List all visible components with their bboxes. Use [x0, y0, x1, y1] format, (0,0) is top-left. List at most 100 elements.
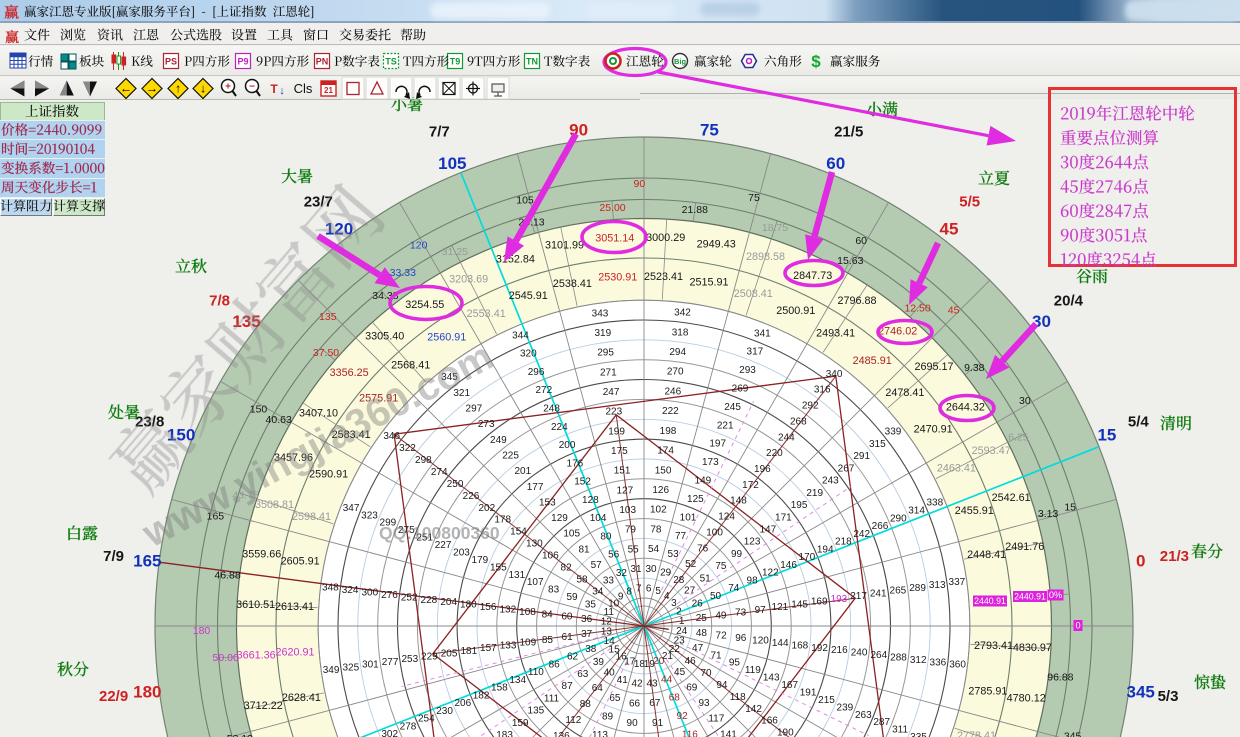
svg-text:102: 102	[650, 505, 667, 516]
svg-text:297: 297	[466, 404, 483, 415]
svg-text:317: 317	[747, 347, 764, 358]
svg-text:0%: 0%	[1049, 590, 1062, 600]
svg-text:222: 222	[662, 406, 679, 417]
svg-text:↑: ↑	[175, 82, 181, 96]
svg-text:47: 47	[692, 643, 704, 654]
svg-text:54: 54	[648, 544, 660, 555]
svg-text:205: 205	[441, 649, 458, 660]
svg-text:315: 315	[869, 439, 886, 450]
svg-text:117: 117	[708, 714, 724, 725]
svg-text:45: 45	[948, 304, 960, 316]
svg-text:3610.51: 3610.51	[236, 599, 275, 611]
svg-text:312: 312	[910, 655, 927, 666]
svg-text:T: T	[270, 82, 278, 96]
svg-text:46: 46	[685, 656, 697, 667]
svg-text:135: 135	[319, 311, 337, 323]
svg-text:18.75: 18.75	[762, 222, 788, 234]
svg-text:170: 170	[799, 552, 816, 563]
svg-text:51: 51	[700, 573, 712, 584]
svg-text:278: 278	[400, 721, 417, 732]
svg-text:204: 204	[440, 597, 457, 608]
svg-text:2478.41: 2478.41	[885, 387, 924, 399]
svg-text:2: 2	[676, 606, 682, 617]
svg-text:2605.91: 2605.91	[281, 556, 320, 568]
svg-text:81: 81	[578, 544, 590, 555]
svg-text:319: 319	[594, 328, 611, 339]
svg-text:2785.91: 2785.91	[968, 686, 1007, 698]
svg-text:314: 314	[908, 506, 925, 517]
svg-text:57: 57	[591, 560, 603, 571]
svg-text:216: 216	[831, 645, 848, 656]
svg-text:230: 230	[436, 706, 453, 717]
svg-text:289: 289	[909, 583, 926, 594]
svg-text:219: 219	[806, 488, 823, 499]
svg-text:243: 243	[822, 476, 839, 487]
svg-text:302: 302	[381, 729, 398, 737]
svg-text:146: 146	[780, 560, 797, 571]
svg-text:5/4: 5/4	[1128, 413, 1150, 430]
svg-text:241: 241	[870, 588, 887, 599]
svg-text:182: 182	[473, 690, 490, 701]
svg-text:339: 339	[885, 427, 902, 438]
svg-text:325: 325	[342, 662, 359, 673]
svg-text:348: 348	[322, 583, 339, 594]
svg-text:107: 107	[527, 577, 544, 588]
svg-text:301: 301	[362, 660, 379, 671]
svg-text:121: 121	[772, 602, 789, 613]
svg-text:7/8: 7/8	[209, 292, 230, 309]
svg-text:21/3: 21/3	[1160, 548, 1189, 565]
svg-text:38: 38	[585, 644, 597, 655]
svg-text:144: 144	[772, 638, 789, 649]
svg-text:290: 290	[890, 513, 907, 524]
svg-text:2440.91: 2440.91	[974, 596, 1006, 606]
svg-text:3356.25: 3356.25	[330, 367, 369, 379]
svg-text:296: 296	[528, 367, 545, 378]
svg-text:221: 221	[717, 420, 734, 431]
svg-text:64: 64	[592, 683, 604, 694]
svg-text:6: 6	[646, 584, 652, 595]
svg-text:70: 70	[700, 668, 712, 679]
svg-text:153: 153	[539, 497, 556, 508]
svg-text:2508.41: 2508.41	[734, 288, 773, 300]
svg-text:252: 252	[401, 592, 418, 603]
svg-text:4830.97: 4830.97	[1013, 642, 1052, 654]
svg-text:3712.22: 3712.22	[244, 700, 283, 712]
svg-text:142: 142	[745, 704, 762, 715]
svg-text:87: 87	[562, 681, 574, 692]
svg-text:229: 229	[421, 651, 438, 662]
svg-text:240: 240	[851, 648, 868, 659]
svg-text:156: 156	[480, 602, 497, 613]
svg-text:203: 203	[453, 548, 470, 559]
svg-text:101: 101	[680, 512, 697, 523]
svg-text:20/4: 20/4	[1054, 292, 1084, 309]
svg-text:108: 108	[519, 607, 536, 618]
svg-text:190: 190	[777, 728, 794, 737]
svg-text:123: 123	[744, 537, 761, 548]
svg-text:336: 336	[930, 657, 947, 668]
svg-text:2538.41: 2538.41	[553, 278, 592, 290]
svg-text:35: 35	[585, 600, 597, 611]
svg-text:295: 295	[597, 348, 614, 359]
svg-text:116: 116	[682, 729, 698, 737]
svg-text:15: 15	[1097, 425, 1116, 444]
svg-text:152: 152	[574, 477, 591, 488]
svg-text:85: 85	[542, 635, 554, 646]
svg-text:62: 62	[567, 652, 579, 663]
svg-text:106: 106	[542, 551, 559, 562]
svg-text:316: 316	[814, 385, 831, 396]
svg-text:2695.17: 2695.17	[914, 361, 953, 373]
svg-text:61: 61	[562, 632, 574, 643]
svg-text:324: 324	[342, 585, 359, 596]
svg-text:218: 218	[835, 537, 852, 548]
svg-text:90: 90	[627, 718, 639, 729]
svg-text:110: 110	[528, 667, 544, 678]
svg-text:206: 206	[454, 698, 471, 709]
svg-text:69: 69	[686, 682, 698, 693]
svg-text:250: 250	[447, 479, 464, 490]
svg-text:166: 166	[761, 716, 778, 727]
svg-text:113: 113	[592, 730, 608, 737]
svg-text:2500.91: 2500.91	[776, 305, 815, 317]
svg-text:3559.66: 3559.66	[242, 548, 281, 560]
svg-text:349: 349	[323, 665, 340, 676]
svg-text:174: 174	[657, 446, 674, 457]
